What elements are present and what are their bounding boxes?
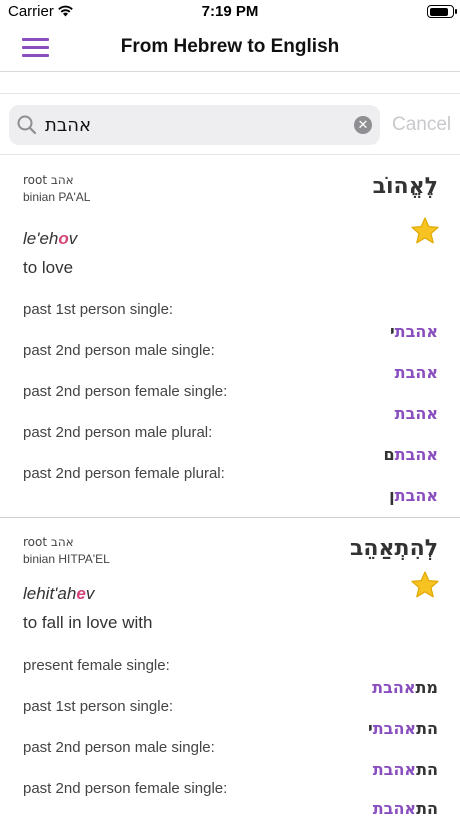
clear-search-icon[interactable]: ✕ (354, 116, 372, 134)
conjugation-label: past 2nd person female single: (23, 383, 228, 400)
stressed-vowel: e (76, 584, 86, 603)
battery-level-fill (429, 7, 449, 16)
transliteration: le'ehov (23, 229, 78, 248)
verb-entry[interactable]: root אהב binian PA'AL לֶאֱהוֹב le'ehov t… (0, 156, 460, 518)
search-bar: ✕ Cancel (0, 93, 460, 155)
conjugation-value: אהבתי (389, 322, 438, 341)
search-field-container[interactable]: ✕ (9, 105, 380, 145)
status-bar: Carrier 7:19 PM (0, 0, 460, 24)
page-title: From Hebrew to English (120, 36, 340, 57)
conjugation-label: past 2nd person female plural: (23, 465, 225, 482)
conjugation-value: התאהבת (372, 760, 438, 779)
conjugation-value: אהבתן (389, 486, 438, 505)
conjugation-label: past 1st person single: (23, 698, 174, 715)
conjugation-value: אהבתם (383, 445, 438, 464)
conjugation-value: התאהבתי (368, 719, 438, 738)
conjugation-label: past 2nd person male single: (23, 739, 215, 756)
conjugation-label: present female single: (23, 657, 170, 674)
hebrew-word: לֶאֱהוֹב (372, 174, 438, 199)
battery-icon (427, 5, 457, 18)
search-icon (16, 114, 38, 141)
conjugation-label: past 1st person single: (23, 301, 174, 318)
root-label: root אהב (23, 173, 74, 187)
conjugation-value: אהבת (394, 404, 438, 423)
clock-time: 7:19 PM (201, 3, 259, 20)
conjugation-label: past 2nd person female single: (23, 780, 228, 797)
root-label: root אהב (23, 535, 74, 549)
verb-entry[interactable]: root אהב binian HITPA'EL לְהִתְאַהֵב leh… (0, 518, 460, 818)
cancel-button[interactable]: Cancel (392, 114, 451, 136)
binian-label: binian PA'AL (23, 190, 91, 204)
english-meaning: to love (23, 258, 74, 277)
english-meaning: to fall in love with (23, 613, 153, 632)
transliteration: lehit'ahev (23, 584, 95, 603)
conjugation-value: התאהבת (372, 799, 438, 818)
conjugation-label: past 2nd person male single: (23, 342, 215, 359)
search-input[interactable] (45, 105, 355, 145)
conjugation-value: מתאהבת (372, 678, 438, 697)
navigation-bar: From Hebrew to English (0, 24, 460, 72)
favorite-star-icon[interactable] (410, 570, 440, 600)
conjugation-value: אהבת (394, 363, 438, 382)
stressed-vowel: o (58, 229, 69, 248)
binian-label: binian HITPA'EL (23, 552, 110, 566)
hebrew-word: לְהִתְאַהֵב (350, 536, 438, 561)
conjugation-label: past 2nd person male plural: (23, 424, 213, 441)
favorite-star-icon[interactable] (410, 216, 440, 246)
